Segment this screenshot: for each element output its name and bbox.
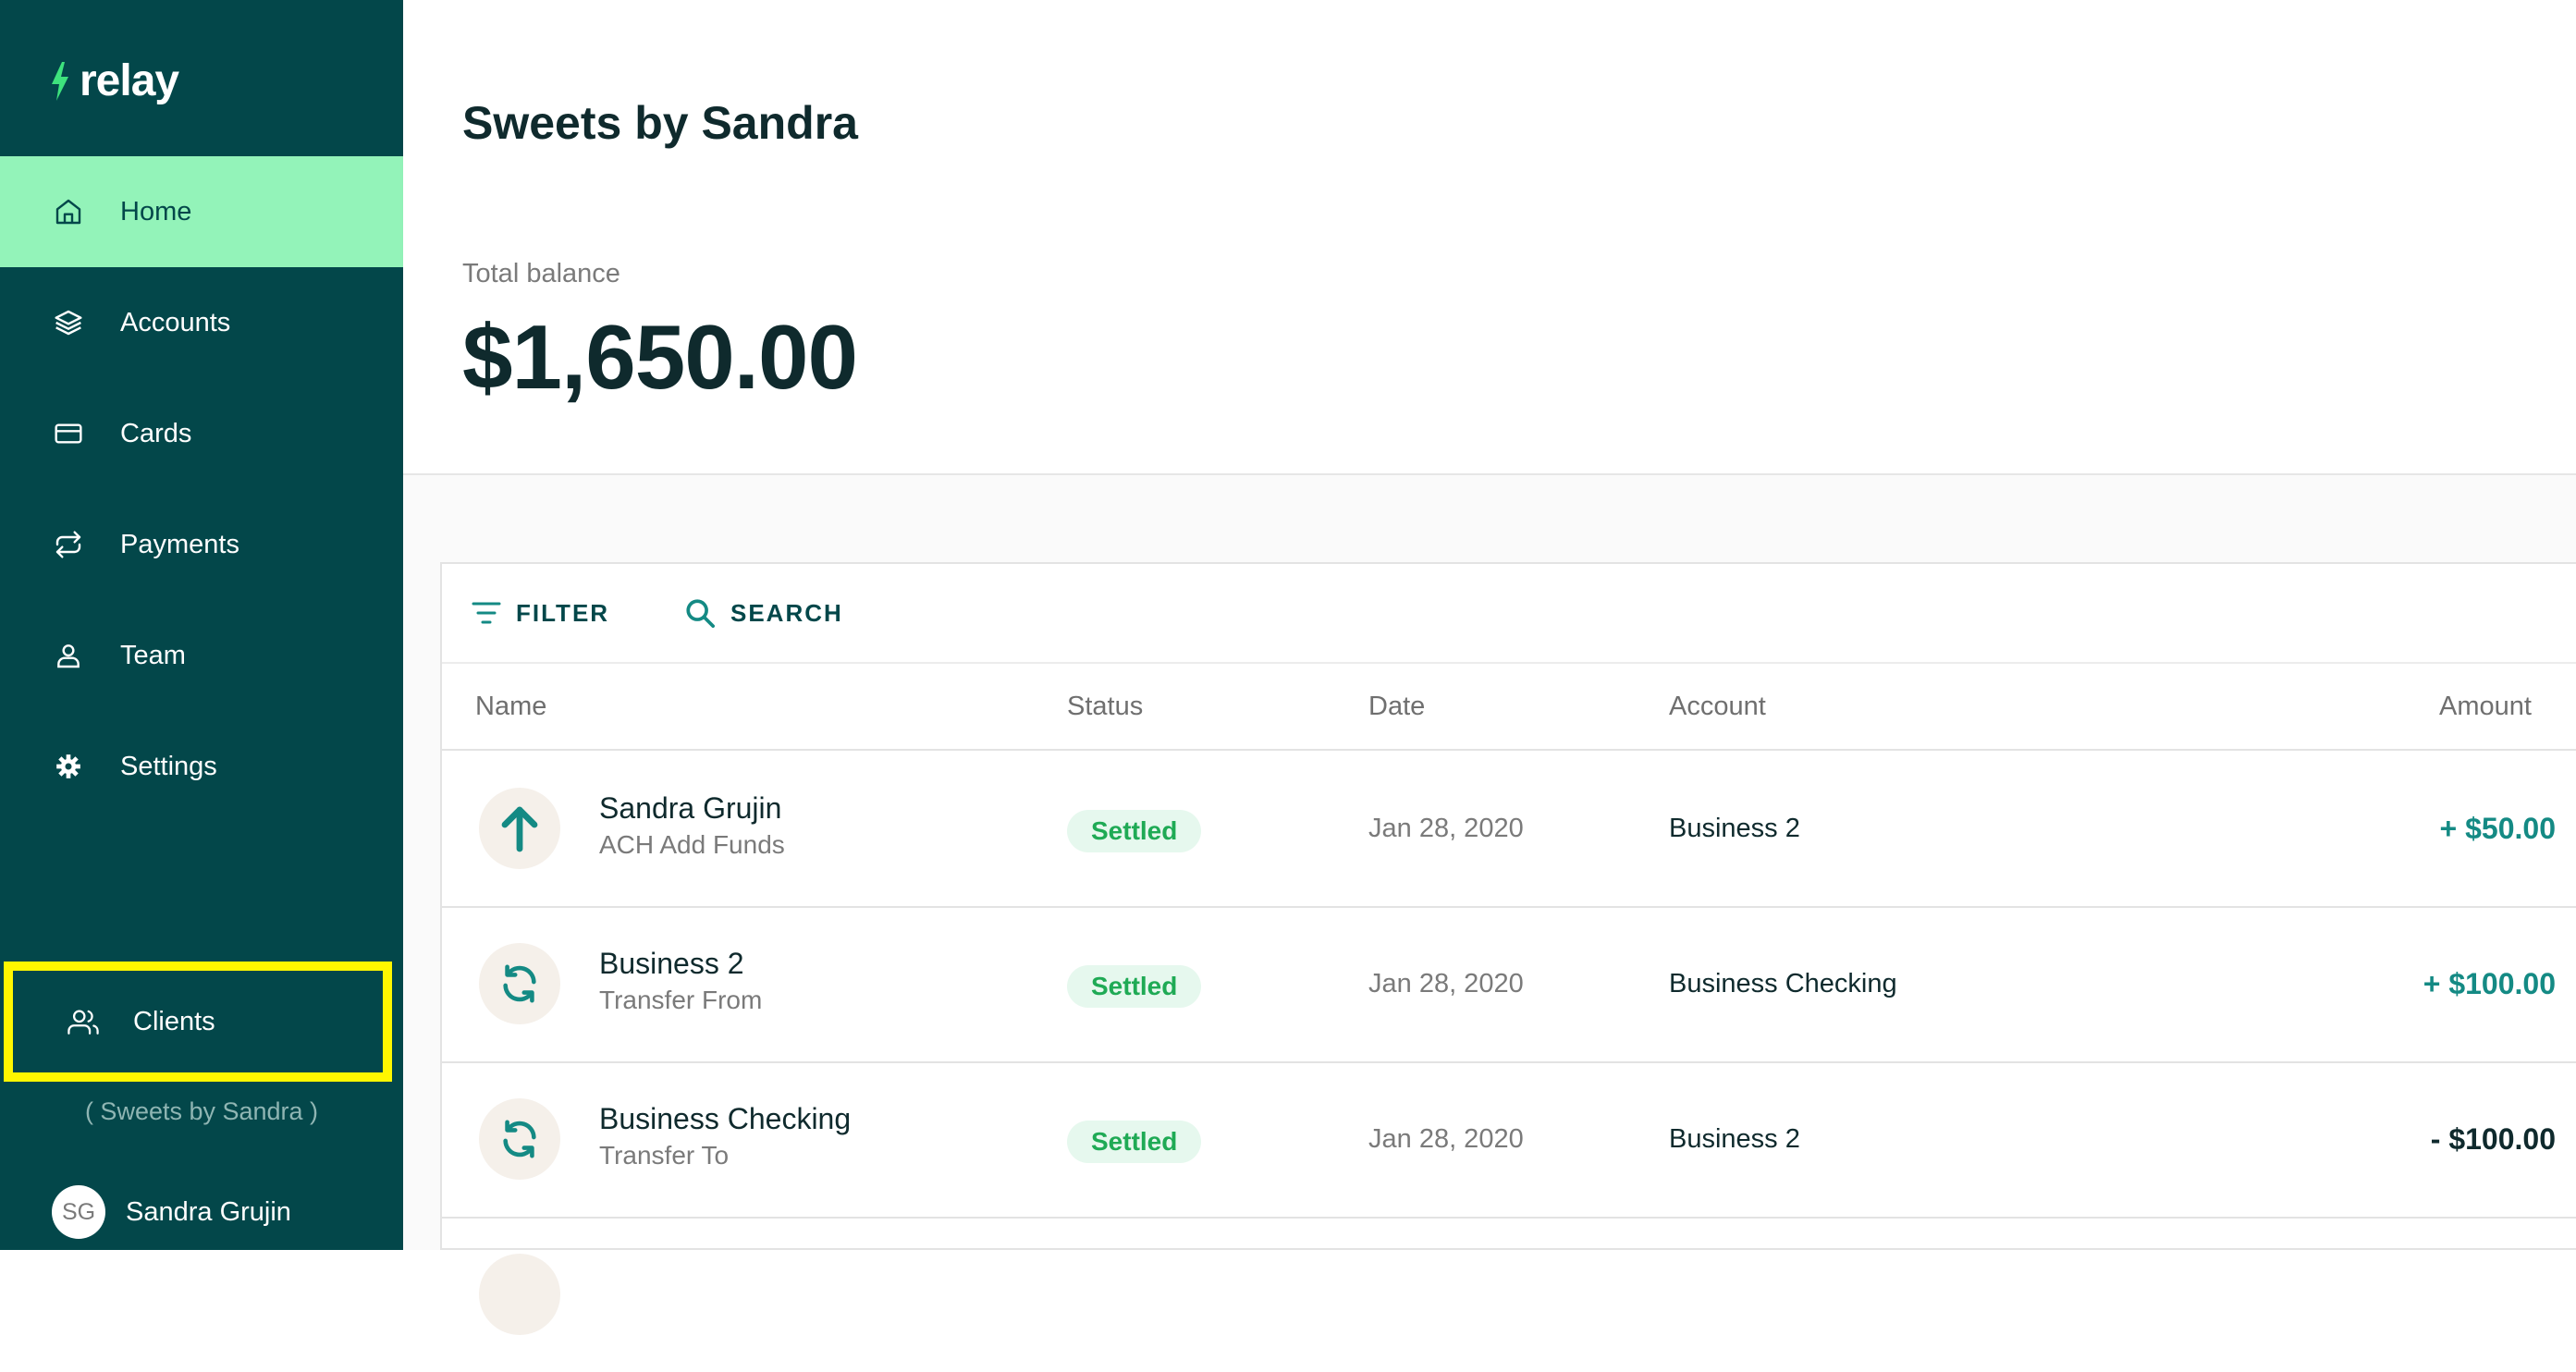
arrow-up-icon [479, 788, 560, 869]
page-title: Sweets by Sandra [462, 97, 858, 149]
sidebar-item-label: Home [120, 196, 192, 227]
table-row[interactable] [442, 1217, 2576, 1372]
status-badge: Settled [1067, 810, 1202, 852]
sidebar-item-accounts[interactable]: Accounts [0, 267, 403, 378]
column-header-account[interactable]: Account [1669, 664, 1766, 749]
bolt-icon [52, 62, 68, 101]
status-badge: Settled [1067, 1121, 1202, 1163]
table-row[interactable]: Sandra Grujin ACH Add Funds Settled Jan … [442, 751, 2576, 908]
balance-label: Total balance [462, 259, 620, 288]
transaction-amount: - $100.00 [2430, 1122, 2556, 1156]
column-header-amount[interactable]: Amount [2439, 664, 2532, 749]
sidebar-item-label: Payments [120, 529, 239, 559]
sidebar-item-label: Settings [120, 751, 217, 781]
sidebar: relay Home Accounts Cards Payments Team [0, 0, 403, 1250]
transaction-amount: + $50.00 [2439, 812, 2556, 845]
transaction-date: Jan 28, 2020 [1368, 1124, 1524, 1154]
transaction-type: Transfer To [599, 1141, 730, 1170]
filter-label: FILTER [516, 598, 610, 627]
refresh-icon [479, 1098, 560, 1180]
transaction-name: Business 2 [599, 947, 744, 980]
sidebar-item-team[interactable]: Team [0, 600, 403, 711]
user-icon [52, 639, 85, 672]
credit-card-icon [52, 417, 85, 450]
gear-icon [52, 750, 85, 783]
repeat-icon [52, 528, 85, 561]
current-business-name[interactable]: ( Sweets by Sandra ) [0, 1097, 403, 1126]
transactions-card: FILTER SEARCH Name Status Date Account A… [440, 562, 2576, 1335]
users-icon [65, 1003, 102, 1040]
transaction-name: Business Checking [599, 1102, 852, 1135]
search-label: SEARCH [730, 598, 843, 627]
sidebar-item-cards[interactable]: Cards [0, 378, 403, 489]
transaction-account: Business 2 [1669, 814, 1800, 843]
search-button[interactable]: SEARCH [684, 564, 843, 662]
column-header-name[interactable]: Name [475, 664, 546, 749]
sidebar-item-clients[interactable]: Clients [4, 962, 392, 1082]
transaction-type: Transfer From [599, 986, 763, 1014]
sidebar-item-label: Team [120, 640, 186, 670]
table-row[interactable]: Business 2 Transfer From Settled Jan 28,… [442, 906, 2576, 1063]
sidebar-item-payments[interactable]: Payments [0, 489, 403, 600]
refresh-icon [479, 943, 560, 1024]
user-name: Sandra Grujin [126, 1196, 291, 1227]
transaction-type: ACH Add Funds [599, 830, 785, 859]
transaction-account: Business 2 [1669, 1124, 1800, 1154]
sidebar-item-label: Accounts [120, 307, 231, 337]
total-balance: $1,650.00 [462, 306, 858, 408]
clients-label: Clients [133, 1006, 215, 1036]
home-icon [52, 195, 85, 228]
sidebar-item-settings[interactable]: Settings [0, 711, 403, 822]
table-row[interactable]: Business Checking Transfer To Settled Ja… [442, 1061, 2576, 1219]
user-profile[interactable]: SG Sandra Grujin [52, 1185, 291, 1239]
transaction-icon [479, 1254, 560, 1335]
layers-icon [52, 306, 85, 339]
relay-logo[interactable]: relay [50, 54, 179, 109]
avatar: SG [52, 1185, 105, 1239]
sidebar-item-label: Cards [120, 418, 192, 448]
transaction-amount: + $100.00 [2423, 967, 2556, 1000]
logo-text: relay [80, 56, 179, 105]
filter-button[interactable]: FILTER [472, 564, 609, 662]
table-toolbar: FILTER SEARCH [442, 564, 2576, 664]
table-header: Name Status Date Account Amount [442, 664, 2576, 751]
column-header-date[interactable]: Date [1368, 664, 1425, 749]
sidebar-item-home[interactable]: Home [0, 156, 403, 267]
transaction-name: Sandra Grujin [599, 791, 782, 825]
transaction-account: Business Checking [1669, 969, 1897, 998]
status-badge: Settled [1067, 965, 1202, 1008]
filter-icon [472, 602, 501, 624]
transaction-date: Jan 28, 2020 [1368, 814, 1524, 843]
column-header-status[interactable]: Status [1067, 664, 1143, 749]
search-icon [686, 599, 716, 629]
transaction-date: Jan 28, 2020 [1368, 969, 1524, 998]
